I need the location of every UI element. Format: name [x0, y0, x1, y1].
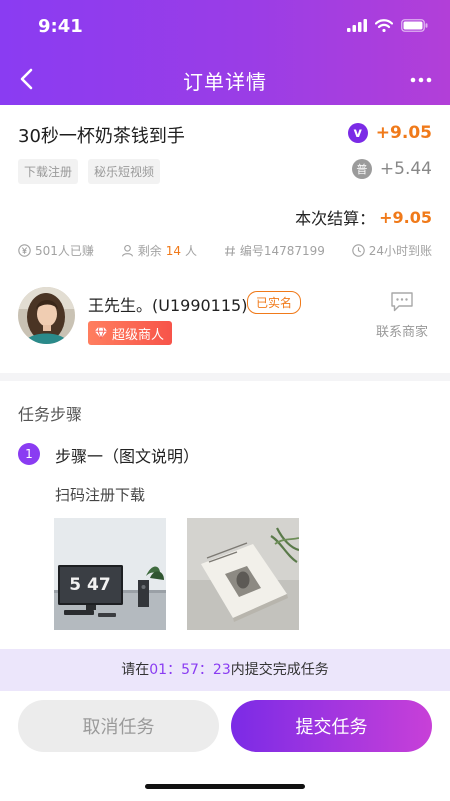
- settlement-amount: +9.05: [379, 207, 432, 227]
- verified-badge: 已实名: [247, 291, 302, 314]
- status-bar: 9:41: [0, 0, 450, 55]
- deadline-suffix: 内提交完成任务: [230, 662, 329, 678]
- stat-remaining-suffix: 人: [185, 244, 198, 258]
- task-card: 30秒一杯奶茶钱到手 下载注册 秘乐短视频 v +9.05 普 +5.44 本次…: [0, 105, 450, 373]
- nav-bar: 订单详情: [0, 55, 450, 103]
- step-image-desk[interactable]: 5 47: [54, 518, 166, 630]
- super-merchant-badge: 超级商人: [88, 321, 173, 345]
- settlement: 本次结算： +9.05: [295, 205, 432, 229]
- chat-icon: [391, 292, 413, 312]
- tag-download-register: 下载注册: [18, 159, 79, 184]
- step-number-badge: 1: [18, 443, 40, 465]
- vip-badge-icon: v: [347, 123, 368, 143]
- status-time: 9:41: [38, 16, 83, 37]
- submit-task-button[interactable]: 提交任务: [231, 700, 432, 752]
- yuan-icon: [18, 244, 31, 257]
- steps-title: 任务步骤: [18, 405, 83, 424]
- stat-arrival-text: 24小时到账: [368, 244, 432, 258]
- stat-earned: 501人已赚: [18, 242, 94, 259]
- countdown-hours: 01: [149, 662, 168, 678]
- task-title: 30秒一杯奶茶钱到手: [18, 126, 185, 147]
- deadline-prefix: 请在: [121, 662, 150, 678]
- stat-earned-text: 501人已赚: [35, 244, 94, 258]
- stat-arrival: 24小时到账: [351, 242, 432, 259]
- hash-icon: [224, 245, 235, 256]
- page-title: 订单详情: [183, 70, 267, 94]
- battery-icon: [401, 19, 428, 32]
- cancel-task-button[interactable]: 取消任务: [18, 700, 219, 752]
- contact-merchant-label: 联系商家: [375, 325, 428, 340]
- wifi-icon: [375, 19, 393, 32]
- status-icons: [347, 19, 428, 32]
- task-stats: 501人已赚 剩余 14 人 编号14787199 24小时到账: [18, 242, 432, 259]
- task-tags: 下载注册 秘乐短视频: [18, 159, 161, 184]
- super-merchant-label: 超级商人: [112, 327, 165, 343]
- tag-app-name: 秘乐短视频: [88, 159, 161, 184]
- person-icon: [121, 244, 133, 257]
- normal-reward-amount: +5.44: [379, 159, 432, 179]
- clock-icon: [351, 244, 365, 257]
- normal-badge-icon: 普: [351, 159, 372, 179]
- stat-remaining-count: 14: [165, 243, 181, 258]
- countdown-sep-2: ：: [198, 662, 213, 678]
- normal-reward: 普 +5.44: [351, 159, 432, 179]
- task-steps-section: 任务步骤 1 步骤一（图文说明） 扫码注册下载 5 47: [0, 381, 450, 649]
- countdown-sep-1: ：: [167, 662, 182, 678]
- more-icon[interactable]: [410, 77, 432, 83]
- footer: 取消任务 提交任务: [0, 691, 450, 801]
- vip-reward-amount: +9.05: [375, 123, 432, 143]
- header: 9:41 订单详情: [0, 0, 450, 105]
- book-photo: [187, 518, 299, 630]
- merchant-name: 王先生。(U1990115): [88, 296, 248, 315]
- step-title: 步骤一（图文说明）: [55, 447, 200, 466]
- desk-photo: 5 47: [54, 518, 166, 630]
- merchant-avatar[interactable]: [18, 287, 75, 344]
- stat-serial: 编号14787199: [224, 242, 325, 259]
- stat-remaining-prefix: 剩余: [137, 244, 162, 258]
- step-image-book[interactable]: [187, 518, 299, 630]
- signal-icon: [347, 19, 367, 32]
- countdown-seconds: 23: [212, 662, 231, 678]
- monitor-clock-text: 5 47: [69, 575, 110, 595]
- stat-serial-text: 编号14787199: [239, 244, 325, 258]
- merchant-row: 王先生。(U1990115) 已实名 超级商人 联系商家: [0, 283, 450, 363]
- stat-remaining: 剩余 14 人: [121, 242, 197, 259]
- step-description: 扫码注册下载: [55, 486, 146, 504]
- home-indicator[interactable]: [145, 784, 305, 789]
- settlement-label: 本次结算：: [295, 209, 376, 228]
- deadline-notice: 请在01：57：23内提交完成任务: [0, 649, 450, 691]
- diamond-icon: [94, 327, 108, 339]
- avatar-image: [18, 287, 75, 344]
- countdown-minutes: 57: [181, 662, 199, 678]
- contact-merchant-button[interactable]: 联系商家: [372, 291, 432, 340]
- vip-reward: v +9.05: [347, 123, 432, 143]
